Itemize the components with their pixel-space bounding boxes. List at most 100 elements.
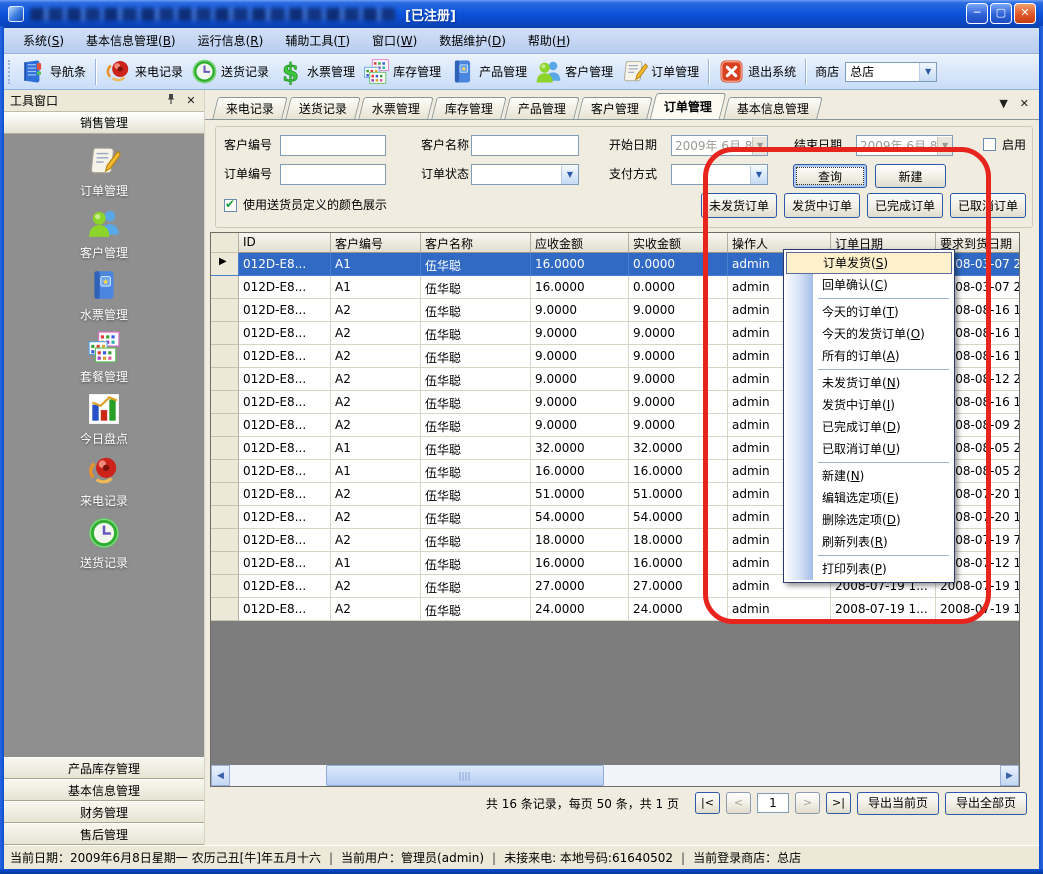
tab-product[interactable]: 产品管理 <box>504 97 580 119</box>
row-selector-cell[interactable] <box>211 437 239 460</box>
context-menu-item-cancelled-orders[interactable]: 已取消订单(U) <box>786 438 952 460</box>
tab-close-icon[interactable]: ✕ <box>1020 97 1029 110</box>
tab-list-chevron-down-icon[interactable]: ▼ <box>999 97 1007 110</box>
context-menu-item-edit-selected[interactable]: 编辑选定项(E) <box>786 487 952 509</box>
pay-method-combobox[interactable]: ▼ <box>671 164 768 185</box>
sidebar-item-package-management[interactable]: 套餐管理 <box>4 330 204 392</box>
column-header[interactable]: 客户名称 <box>421 233 531 253</box>
row-selector-cell[interactable] <box>211 460 239 483</box>
start-date-picker[interactable]: 2009年 6月 8日 ▼ <box>671 135 768 156</box>
context-menu-item-unshipped-orders[interactable]: 未发货订单(N) <box>786 372 952 394</box>
export-current-page-button[interactable]: 导出当前页 <box>857 792 939 815</box>
context-menu-item-shipping-orders[interactable]: 发货中订单(I) <box>786 394 952 416</box>
scroll-right-icon[interactable]: ▶ <box>1000 765 1019 786</box>
row-selector-cell[interactable] <box>211 506 239 529</box>
toolbar-button-customer[interactable]: 客户管理 <box>531 56 617 87</box>
next-page-button[interactable]: > <box>795 792 820 814</box>
row-selector-cell[interactable] <box>211 552 239 575</box>
chevron-down-icon[interactable]: ▼ <box>561 166 578 184</box>
toolbar-button-exit[interactable]: 退出系统 <box>714 56 800 87</box>
context-menu-item-refresh-list[interactable]: 刷新列表(R) <box>786 531 952 553</box>
chevron-down-icon[interactable]: ▼ <box>937 137 952 155</box>
shop-combobox[interactable]: 总店 ▼ <box>845 62 937 82</box>
row-selector-cell[interactable] <box>211 575 239 598</box>
row-selector-cell[interactable] <box>211 368 239 391</box>
tab-call-records[interactable]: 来电记录 <box>212 97 288 119</box>
row-selector-cell[interactable] <box>211 483 239 506</box>
context-menu-item-print-list[interactable]: 打印列表(P) <box>786 558 952 580</box>
chevron-down-icon[interactable]: ▼ <box>750 166 767 184</box>
toolbar-button-nav-bar[interactable]: 导航条 <box>16 56 90 87</box>
toolbar-button-order[interactable]: 订单管理 <box>617 56 703 87</box>
sidebar-item-call-records[interactable]: 来电记录 <box>4 454 204 516</box>
last-page-button[interactable]: >| <box>826 792 851 814</box>
row-selector-cell[interactable]: ▶ <box>211 253 239 276</box>
sidebar-item-customer-management[interactable]: 客户管理 <box>4 206 204 268</box>
menubar-item-data-maintenance[interactable]: 数据维护(D) <box>428 28 517 53</box>
chevron-down-icon[interactable]: ▼ <box>919 63 936 81</box>
context-menu-item-delete-selected[interactable]: 删除选定项(D) <box>786 509 952 531</box>
toolbar-button-inventory[interactable]: 库存管理 <box>359 56 445 87</box>
toolbar-button-product[interactable]: ★产品管理 <box>445 56 531 87</box>
sidebar-section-product-inventory-management[interactable]: 产品库存管理 <box>4 757 204 779</box>
row-selector-cell[interactable] <box>211 598 239 621</box>
menubar-item-runtime-info[interactable]: 运行信息(R) <box>187 28 275 53</box>
toolbar-grip[interactable] <box>8 60 11 84</box>
menubar-item-window[interactable]: 窗口(W) <box>361 28 428 53</box>
sidebar-item-water-ticket-management[interactable]: ★水票管理 <box>4 268 204 330</box>
context-menu-item-today-ship-orders[interactable]: 今天的发货订单(O) <box>786 323 952 345</box>
context-menu-item-all-orders[interactable]: 所有的订单(A) <box>786 345 952 367</box>
sidebar-item-today-inventory[interactable]: 今日盘点 <box>4 392 204 454</box>
tab-delivery-records[interactable]: 送货记录 <box>285 97 361 119</box>
shipping-orders-button[interactable]: 发货中订单 <box>784 193 860 218</box>
tab-customer[interactable]: 客户管理 <box>577 97 653 119</box>
context-menu-item-receipt-confirm[interactable]: 回单确认(C) <box>786 274 952 296</box>
horizontal-scrollbar[interactable]: ◀ ▶ <box>211 765 1019 786</box>
minimize-button[interactable]: ─ <box>966 3 988 24</box>
maximize-button[interactable]: ▢ <box>990 3 1012 24</box>
order-status-combobox[interactable]: ▼ <box>471 164 579 185</box>
context-menu-item-ship-order[interactable]: 订单发货(S) <box>786 252 952 274</box>
row-selector-cell[interactable] <box>211 322 239 345</box>
unshipped-orders-button[interactable]: 未发货订单 <box>701 193 777 218</box>
column-header[interactable]: ID <box>239 233 331 253</box>
row-selector-cell[interactable] <box>211 414 239 437</box>
context-menu-item-new[interactable]: 新建(N) <box>786 465 952 487</box>
customer-no-input[interactable] <box>280 135 386 156</box>
row-selector-cell[interactable] <box>211 391 239 414</box>
first-page-button[interactable]: |< <box>695 792 720 814</box>
toolbar-button-call-records[interactable]: 来电记录 <box>101 56 187 87</box>
column-header[interactable]: 客户编号 <box>331 233 421 253</box>
scrollbar-thumb[interactable] <box>326 765 604 786</box>
tab-basic-info[interactable]: 基本信息管理 <box>723 97 823 119</box>
row-selector-cell[interactable] <box>211 529 239 552</box>
prev-page-button[interactable]: < <box>726 792 751 814</box>
delivery-color-checkbox[interactable] <box>224 199 237 212</box>
toolbar-button-water-ticket[interactable]: $水票管理 <box>273 56 359 87</box>
menubar-item-system[interactable]: 系统(S) <box>12 28 75 53</box>
table-row[interactable]: 012D-E8...A2伍华聪24.000024.0000admin2008-0… <box>211 598 1019 621</box>
column-header[interactable]: 应收金额 <box>531 233 629 253</box>
tab-inventory[interactable]: 库存管理 <box>431 97 507 119</box>
row-selector-cell[interactable] <box>211 299 239 322</box>
menubar-item-help[interactable]: 帮助(H) <box>517 28 581 53</box>
end-date-picker[interactable]: 2009年 6月 8日 ▼ <box>856 135 953 156</box>
sidebar-item-delivery-records[interactable]: 送货记录 <box>4 516 204 578</box>
customer-name-input[interactable] <box>471 135 579 156</box>
new-button[interactable]: 新建 <box>875 164 946 188</box>
order-no-input[interactable] <box>280 164 386 185</box>
pin-icon[interactable] <box>164 94 178 108</box>
sidebar-section-finance-management[interactable]: 财务管理 <box>4 801 204 823</box>
menubar-item-basic-info[interactable]: 基本信息管理(B) <box>75 28 187 53</box>
close-icon[interactable]: ✕ <box>184 94 198 107</box>
sidebar-group-sales[interactable]: 销售管理 <box>4 112 204 134</box>
chevron-down-icon[interactable]: ▼ <box>752 137 767 155</box>
export-all-pages-button[interactable]: 导出全部页 <box>945 792 1027 815</box>
page-number-input[interactable] <box>757 793 789 813</box>
sidebar-section-basic-info-management[interactable]: 基本信息管理 <box>4 779 204 801</box>
tab-order[interactable]: 订单管理 <box>650 93 726 119</box>
sidebar-item-order-management[interactable]: 订单管理 <box>4 144 204 206</box>
enable-checkbox[interactable] <box>983 138 996 151</box>
column-header[interactable]: 实收金额 <box>629 233 728 253</box>
context-menu-item-today-orders[interactable]: 今天的订单(T) <box>786 301 952 323</box>
